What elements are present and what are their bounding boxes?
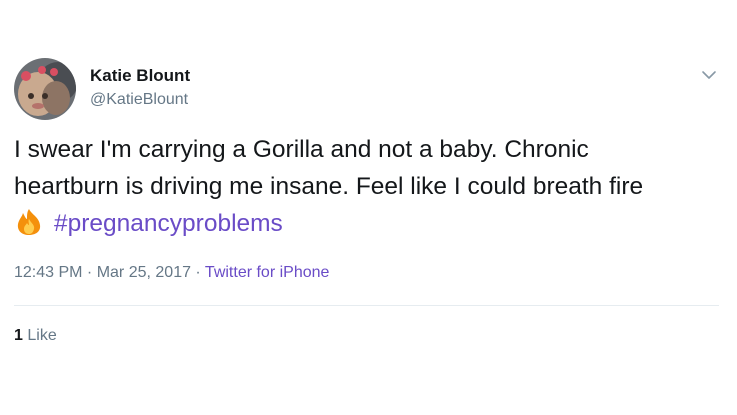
tweet-text: I swear I'm carrying a Gorilla and not a… (14, 131, 729, 242)
tweet-text-line: heartburn is driving me insane. Feel lik… (14, 173, 644, 200)
tweet-text-line: #pregnancyproblems (14, 205, 729, 242)
author-name[interactable]: Katie Blount (90, 66, 190, 86)
meta-separator: · (190, 264, 205, 281)
likes-count: 1 (14, 327, 23, 344)
tweet-card: Katie Blount @KatieBlount I swear I'm ca… (0, 0, 737, 415)
likes-stat[interactable]: 1 Like (14, 327, 57, 345)
tweet-source-link[interactable]: Twitter for iPhone (205, 264, 330, 281)
tweet-date[interactable]: Mar 25, 2017 (97, 264, 191, 281)
chevron-down-icon[interactable] (700, 68, 718, 82)
divider (14, 305, 719, 306)
tweet-meta: 12:43 PM · Mar 25, 2017 · Twitter for iP… (14, 264, 329, 282)
tweet-text-line: I swear I'm carrying a Gorilla and not a… (14, 136, 589, 163)
author-handle[interactable]: @KatieBlount (90, 91, 188, 109)
fire-icon (14, 208, 44, 236)
meta-separator: · (82, 264, 97, 281)
hashtag-link[interactable]: #pregnancyproblems (54, 210, 283, 237)
tweet-time[interactable]: 12:43 PM (14, 264, 82, 281)
avatar[interactable] (14, 58, 76, 120)
likes-label: Like (27, 327, 57, 344)
